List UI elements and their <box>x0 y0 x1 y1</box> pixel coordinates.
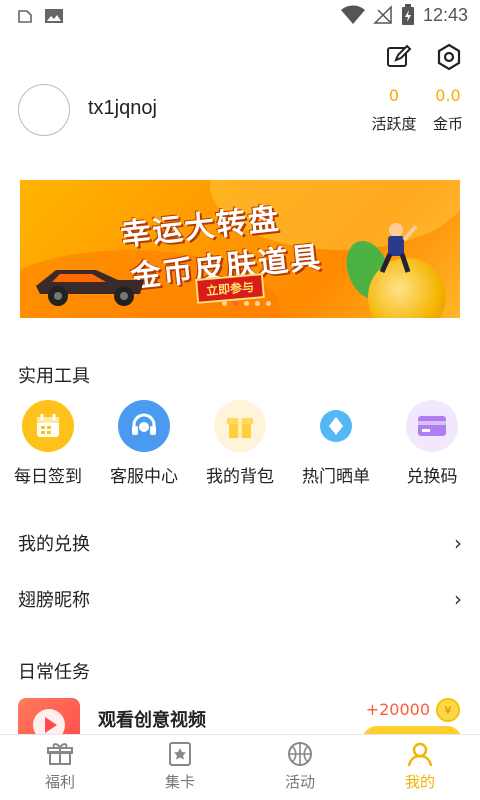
stat-activity[interactable]: 0 活跃度 <box>370 86 418 134</box>
settings-icon <box>437 43 461 71</box>
image-notification-icon <box>45 9 63 23</box>
clock: 12:43 <box>422 4 468 25</box>
stat-coins-label: 金币 <box>432 115 463 133</box>
bottom-nav: 福利 集卡 活动 我的 <box>0 734 480 800</box>
task-title: 观看创意视频 <box>98 710 206 731</box>
promo-banner[interactable]: 幸运大转盘 金币皮肤道具 立即参与 <box>20 180 460 318</box>
menu-wing-nickname[interactable]: 翅膀昵称 › <box>0 571 480 627</box>
race-car-icon <box>36 270 144 306</box>
banner-pager <box>222 301 271 306</box>
tool-label: 我的背包 <box>206 467 274 487</box>
tool-backpack[interactable]: 我的背包 <box>192 400 288 487</box>
tool-label: 兑换码 <box>406 467 458 487</box>
nav-welfare[interactable]: 福利 <box>0 735 120 800</box>
card-icon <box>406 400 458 452</box>
tool-label: 客服中心 <box>110 467 178 487</box>
chevron-right-icon: › <box>454 531 462 555</box>
tools-grid: 每日签到 客服中心 我的背包 热门晒单 兑换码 <box>0 400 480 490</box>
status-bar: 12:43 <box>0 0 480 32</box>
chevron-right-icon: › <box>454 587 462 611</box>
avatar[interactable] <box>18 84 70 136</box>
gift-box-icon <box>214 400 266 452</box>
profile-icon <box>360 741 480 767</box>
tool-redeem-code[interactable]: 兑换码 <box>384 400 480 487</box>
tool-hot-posts[interactable]: 热门晒单 <box>288 400 384 487</box>
nav-label: 活动 <box>284 773 315 791</box>
diamond-icon <box>310 400 362 452</box>
stat-activity-value: 0 <box>388 86 400 105</box>
nav-label: 集卡 <box>164 773 195 791</box>
username: tx1jqnoj <box>88 97 157 119</box>
gift-icon <box>0 741 120 767</box>
calendar-icon <box>22 400 74 452</box>
coin-icon: ¥ <box>436 698 460 722</box>
daily-tasks-title: 日常任务 <box>18 662 90 683</box>
stat-activity-label: 活跃度 <box>371 115 417 133</box>
person-illustration <box>379 223 418 274</box>
menu-label: 我的兑换 <box>18 534 90 555</box>
top-actions <box>384 42 464 72</box>
card-star-icon <box>120 741 240 767</box>
tool-label: 每日签到 <box>14 467 82 487</box>
nav-mine[interactable]: 我的 <box>360 735 480 800</box>
nav-label: 我的 <box>404 773 435 791</box>
edit-button[interactable] <box>384 42 414 72</box>
stat-coins-value: 0.0 <box>435 86 461 105</box>
nav-collect-cards[interactable]: 集卡 <box>120 735 240 800</box>
tool-daily-checkin[interactable]: 每日签到 <box>0 400 96 487</box>
settings-button[interactable] <box>434 42 464 72</box>
basketball-icon <box>240 741 360 767</box>
menu-my-exchange[interactable]: 我的兑换 › <box>0 515 480 571</box>
status-left-icons <box>16 7 64 25</box>
edit-icon <box>387 44 412 67</box>
battery-charging-icon <box>401 4 414 25</box>
tools-title: 实用工具 <box>18 366 90 387</box>
wifi-icon <box>340 5 365 24</box>
notification-icon <box>18 10 32 23</box>
nav-label: 福利 <box>44 773 75 791</box>
task-reward: +20000 <box>365 700 430 719</box>
nav-activities[interactable]: 活动 <box>240 735 360 800</box>
tool-customer-service[interactable]: 客服中心 <box>96 400 192 487</box>
stat-coins[interactable]: 0.0 金币 <box>428 86 468 134</box>
headset-icon <box>118 400 170 452</box>
no-signal-icon <box>373 5 392 24</box>
menu-label: 翅膀昵称 <box>18 590 90 611</box>
tool-label: 热门晒单 <box>302 467 370 487</box>
status-right: 12:43 <box>340 4 468 26</box>
